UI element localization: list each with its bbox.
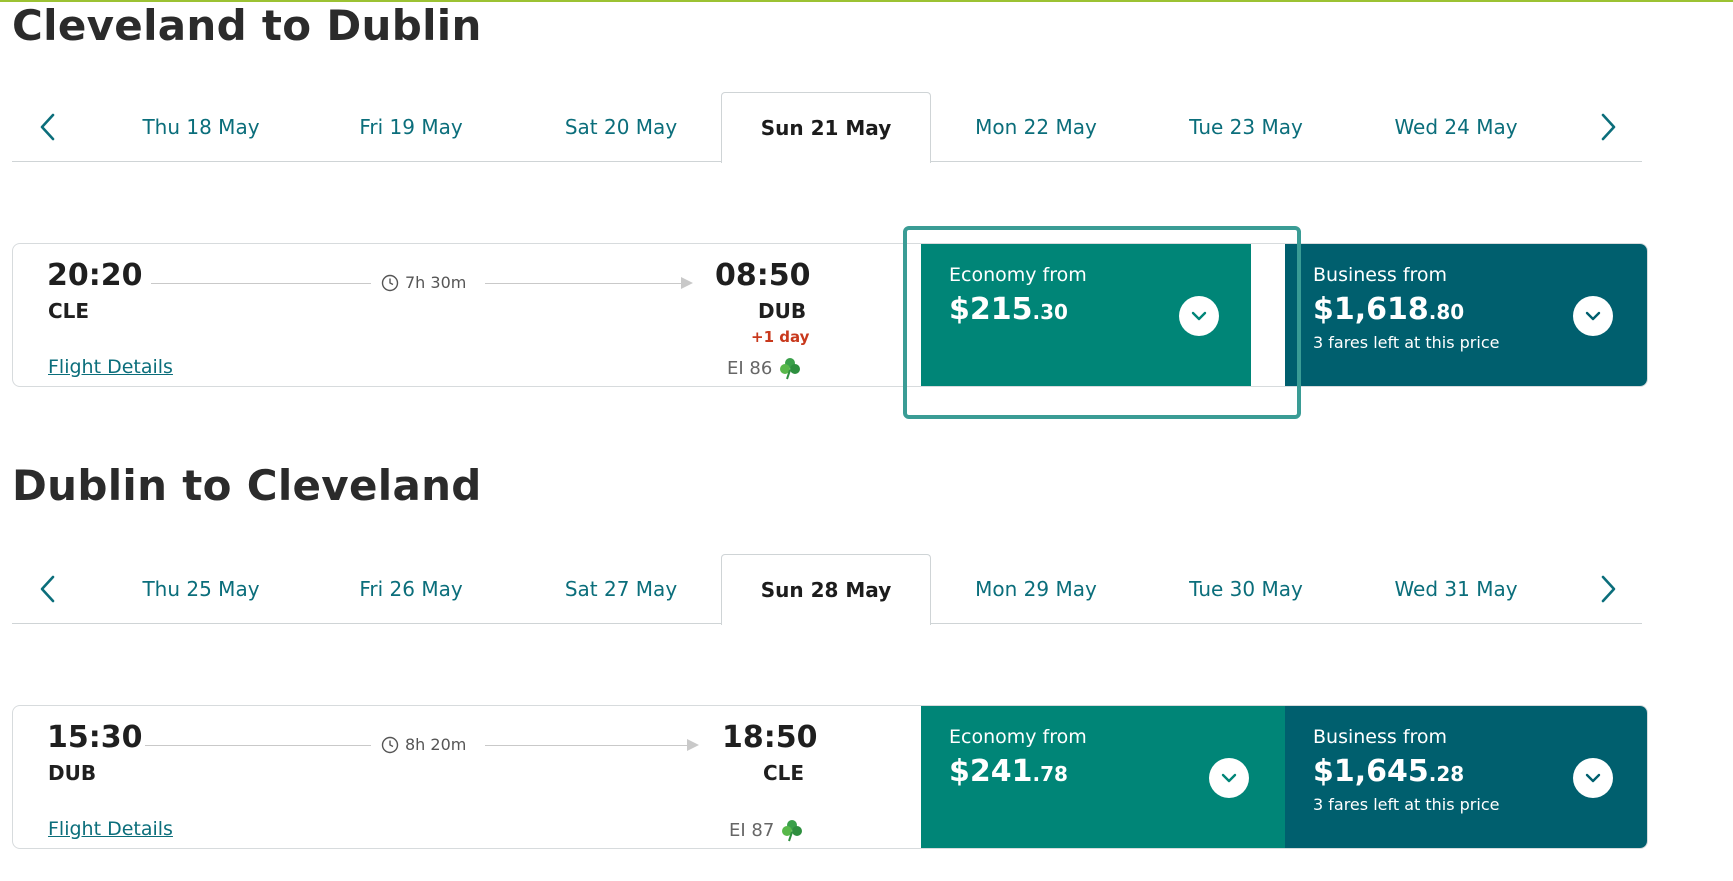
date-tab-selected[interactable]: Sun 28 May — [721, 554, 931, 625]
fare-label: Business from — [1313, 726, 1448, 748]
price-cents: .78 — [1032, 762, 1068, 786]
prev-dates-button[interactable] — [32, 110, 62, 144]
return-date-bar: Thu 25 May Fri 26 May Sat 27 May Sun 28 … — [12, 554, 1642, 625]
duration-text: 7h 30m — [405, 273, 467, 292]
arrive-airport: DUB — [758, 299, 807, 323]
price-main: $215 — [949, 292, 1033, 327]
price-main: $1,645 — [1313, 754, 1429, 789]
chevron-right-icon — [1601, 575, 1616, 603]
economy-fare-option[interactable]: Economy from $241.78 — [921, 706, 1285, 848]
chevron-down-icon — [1585, 773, 1601, 783]
depart-time: 20:20 — [47, 258, 143, 293]
price-cents: .28 — [1428, 762, 1465, 786]
date-tab[interactable]: Wed 31 May — [1351, 554, 1561, 624]
outbound-date-bar: Thu 18 May Fri 19 May Sat 20 May Sun 21 … — [12, 92, 1642, 163]
chevron-down-icon — [1221, 773, 1237, 783]
chevron-down-icon — [1191, 311, 1207, 321]
business-fare-option[interactable]: Business from $1,618.80 3 fares left at … — [1285, 244, 1647, 386]
flight-number: EI 86 — [727, 356, 802, 380]
duration: 7h 30m — [381, 273, 466, 292]
price-main: $241 — [949, 754, 1033, 789]
business-fare-option[interactable]: Business from $1,645.28 3 fares left at … — [1285, 706, 1647, 848]
price-cents: .80 — [1428, 300, 1465, 324]
chevron-down-icon — [1585, 311, 1601, 321]
expand-business-button[interactable] — [1573, 296, 1613, 336]
duration-line-right — [485, 745, 691, 746]
expand-business-button[interactable] — [1573, 758, 1613, 798]
duration-line-left — [145, 745, 371, 746]
fare-label: Business from — [1313, 264, 1448, 286]
chevron-right-icon — [1601, 113, 1616, 141]
day-offset: +1 day — [751, 328, 810, 346]
date-tab[interactable]: Thu 18 May — [96, 92, 306, 162]
duration-line-right — [485, 283, 685, 284]
flight-number: EI 87 — [729, 818, 804, 842]
fare-label: Economy from — [949, 726, 1087, 748]
price-main: $1,618 — [1313, 292, 1429, 327]
flight-number-text: EI 86 — [727, 357, 773, 379]
chevron-left-icon — [40, 575, 55, 603]
duration-text: 8h 20m — [405, 735, 467, 754]
return-title: Dublin to Cleveland — [12, 461, 482, 510]
outbound-flight-card: 20:20 CLE 7h 30m 08:50 DUB +1 day Flight… — [12, 243, 1648, 387]
prev-dates-button[interactable] — [32, 572, 62, 606]
expand-economy-button[interactable] — [1209, 758, 1249, 798]
date-tab[interactable]: Thu 25 May — [96, 554, 306, 624]
date-tab[interactable]: Mon 29 May — [931, 554, 1141, 624]
depart-airport: CLE — [48, 299, 90, 323]
shamrock-icon — [780, 358, 801, 380]
date-tab[interactable]: Sat 20 May — [516, 92, 726, 162]
date-tab[interactable]: Mon 22 May — [931, 92, 1141, 162]
clock-icon — [381, 274, 399, 291]
duration-arrow — [687, 739, 699, 751]
flight-details-link[interactable]: Flight Details — [48, 818, 173, 840]
date-tab-selected[interactable]: Sun 21 May — [721, 92, 931, 163]
flight-details-link[interactable]: Flight Details — [48, 356, 173, 378]
fares-left-note: 3 fares left at this price — [1313, 333, 1500, 352]
date-tab[interactable]: Tue 30 May — [1141, 554, 1351, 624]
arrive-time: 08:50 — [715, 258, 811, 293]
fare-label: Economy from — [949, 264, 1087, 286]
arrive-airport: CLE — [763, 761, 805, 785]
next-dates-button[interactable] — [1594, 572, 1624, 606]
shamrock-icon — [782, 820, 803, 842]
arrive-time: 18:50 — [722, 720, 818, 755]
duration: 8h 20m — [381, 735, 466, 754]
economy-fare-option[interactable]: Economy from $215.30 — [921, 244, 1251, 386]
depart-airport: DUB — [48, 761, 97, 785]
duration-arrow — [681, 277, 693, 289]
date-tab[interactable]: Fri 19 May — [306, 92, 516, 162]
next-dates-button[interactable] — [1594, 110, 1624, 144]
date-tab[interactable]: Fri 26 May — [306, 554, 516, 624]
chevron-left-icon — [40, 113, 55, 141]
flight-number-text: EI 87 — [729, 819, 775, 841]
date-tab[interactable]: Sat 27 May — [516, 554, 726, 624]
duration-line-left — [151, 283, 371, 284]
price-cents: .30 — [1032, 300, 1068, 324]
clock-icon — [381, 736, 399, 753]
depart-time: 15:30 — [47, 720, 143, 755]
date-tab[interactable]: Tue 23 May — [1141, 92, 1351, 162]
fares-left-note: 3 fares left at this price — [1313, 795, 1500, 814]
return-flight-card: 15:30 DUB 8h 20m 18:50 CLE Flight Detail… — [12, 705, 1648, 849]
expand-economy-button[interactable] — [1179, 296, 1219, 336]
date-tab[interactable]: Wed 24 May — [1351, 92, 1561, 162]
outbound-title: Cleveland to Dublin — [12, 1, 482, 50]
